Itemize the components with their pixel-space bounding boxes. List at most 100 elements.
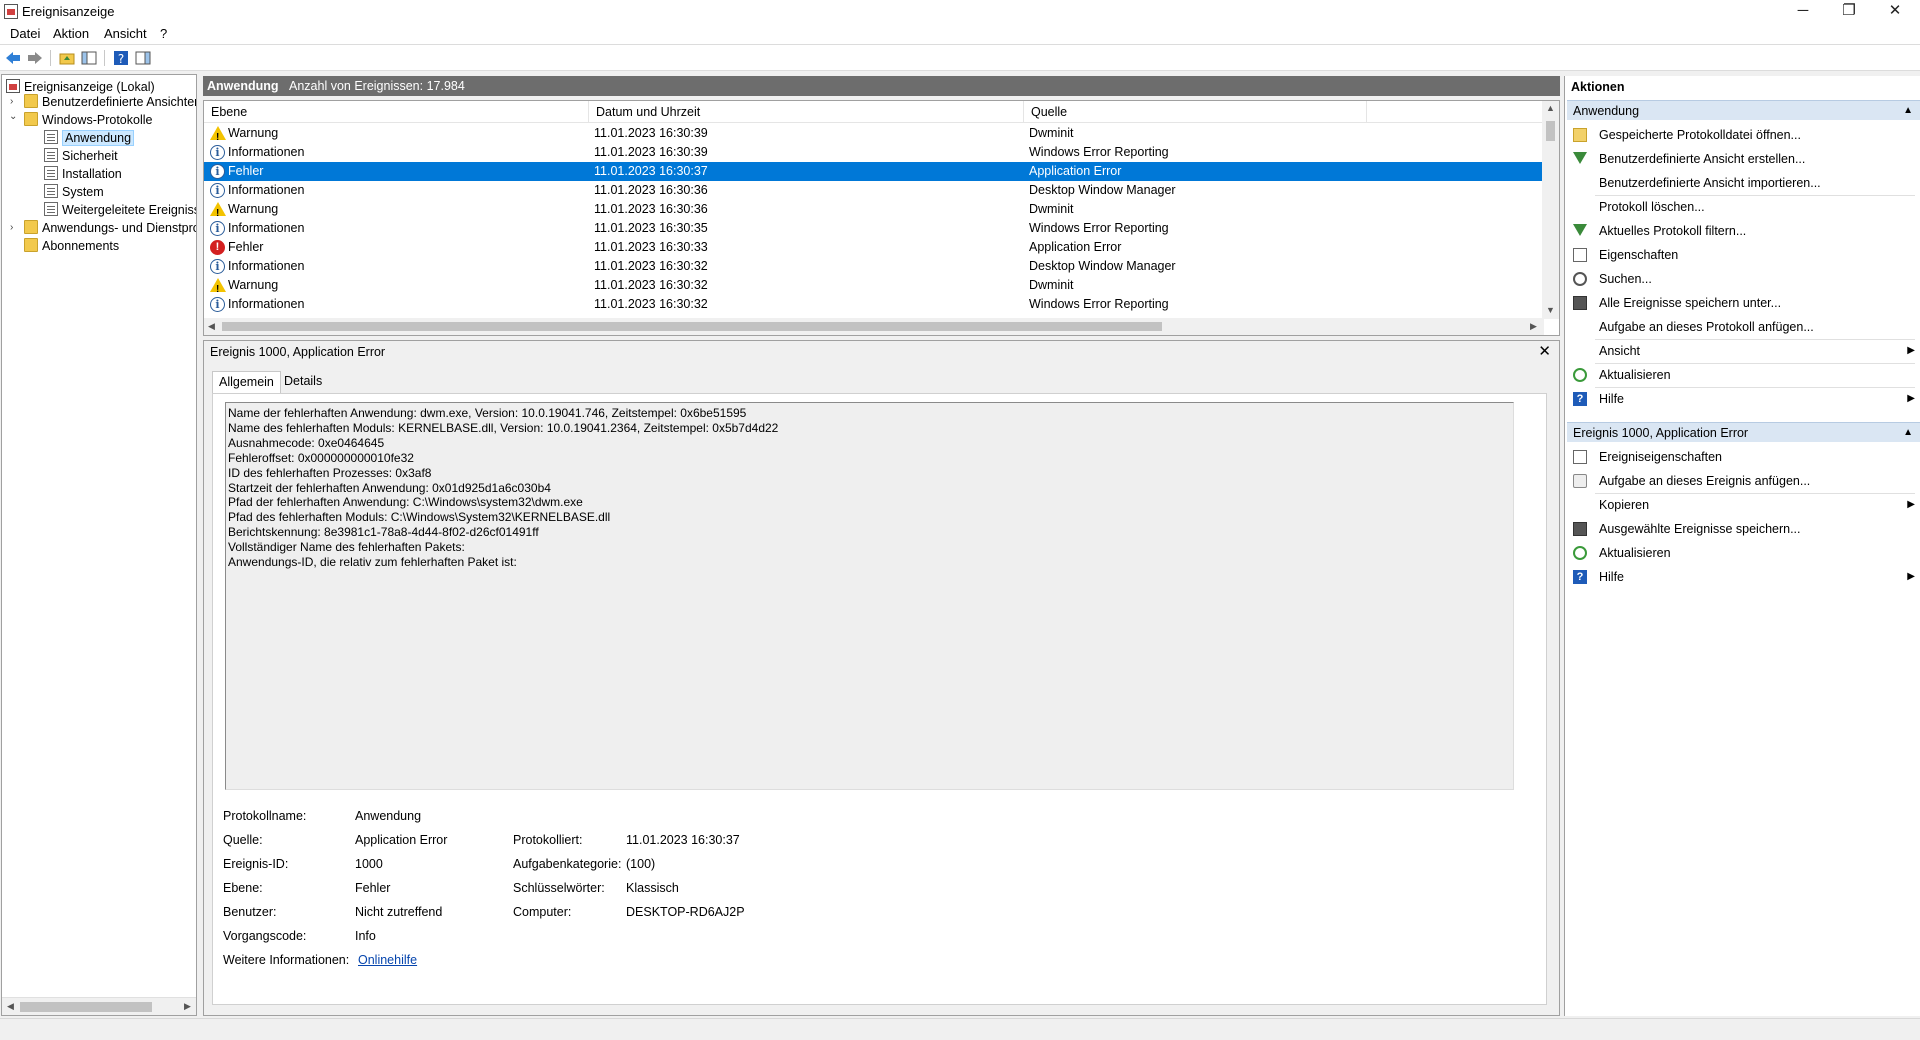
tree-windows-logs[interactable]: Windows-Protokolle xyxy=(24,111,152,129)
tree-log-sicherheit[interactable]: Sicherheit xyxy=(44,147,118,165)
action-item[interactable]: ? Hilfe ▶ xyxy=(1571,566,1920,588)
scroll-left-icon[interactable]: ◀ xyxy=(208,321,215,332)
collapse-chevron-icon[interactable]: ⌄ xyxy=(9,111,17,122)
action-item[interactable]: Aufgabe an dieses Ereignis anfügen... xyxy=(1571,470,1920,492)
scrollbar-thumb[interactable] xyxy=(222,322,1162,331)
close-details-icon[interactable]: ✕ xyxy=(1538,342,1551,360)
action-label: Ausgewählte Ereignisse speichern... xyxy=(1599,522,1801,536)
action-item[interactable]: Gespeicherte Protokolldatei öffnen... xyxy=(1571,124,1920,146)
actions-section-event[interactable]: Ereignis 1000, Application Error ▲ xyxy=(1567,422,1920,442)
action-item[interactable]: Eigenschaften xyxy=(1571,244,1920,266)
expand-chevron-icon[interactable]: › xyxy=(10,222,13,233)
scrollbar-thumb[interactable] xyxy=(1546,121,1555,141)
table-row[interactable]: i Informationen 11.01.2023 16:30:35 Windows… xyxy=(204,219,1544,238)
table-row[interactable]: i Informationen 11.01.2023 16:30:32 Desktop… xyxy=(204,257,1544,276)
tree-custom-views[interactable]: Benutzerdefinierte Ansichten xyxy=(24,93,196,111)
action-item[interactable]: Alle Ereignisse speichern unter... xyxy=(1571,292,1920,314)
minimize-button[interactable]: ─ xyxy=(1780,0,1826,24)
cell-source: Application Error xyxy=(1029,240,1122,254)
prop-label-logged: Protokolliert: xyxy=(513,833,583,847)
help-icon[interactable]: ? xyxy=(112,49,130,67)
scroll-right-icon[interactable]: ▶ xyxy=(1530,321,1537,332)
collapse-caret-icon[interactable]: ▲ xyxy=(1903,423,1913,443)
column-header-level[interactable]: Ebene xyxy=(204,101,589,123)
action-item[interactable]: Ereigniseigenschaften xyxy=(1571,446,1920,468)
tree-horizontal-scrollbar[interactable]: ◀ ▶ xyxy=(2,997,196,1015)
tree-log-forwarded[interactable]: Weitergeleitete Ereignisse xyxy=(44,201,196,219)
column-header-date[interactable]: Datum und Uhrzeit xyxy=(589,101,1024,123)
close-button[interactable]: ✕ xyxy=(1872,0,1918,24)
action-label: Aktuelles Protokoll filtern... xyxy=(1599,224,1747,238)
show-hide-actions-icon[interactable] xyxy=(134,49,152,67)
scroll-up-icon[interactable]: ▲ xyxy=(1546,103,1555,113)
tree-log-anwendung[interactable]: Anwendung xyxy=(44,129,135,147)
actions-section-log[interactable]: Anwendung ▲ xyxy=(1567,100,1920,120)
action-item[interactable]: Ansicht ▶ xyxy=(1571,340,1920,362)
folder-up-icon[interactable] xyxy=(58,49,76,67)
action-item[interactable]: Suchen... xyxy=(1571,268,1920,290)
section-title: Anwendung xyxy=(1573,104,1640,118)
tab-allgemein[interactable]: Allgemein xyxy=(212,371,281,394)
cell-source: Dwminit xyxy=(1029,202,1074,216)
filter-icon xyxy=(1573,224,1587,238)
forward-arrow-icon[interactable] xyxy=(26,49,44,67)
action-item[interactable]: Aktualisieren xyxy=(1571,542,1920,564)
scroll-left-icon[interactable]: ◀ xyxy=(7,1001,14,1012)
scroll-down-icon[interactable]: ▼ xyxy=(1546,305,1555,315)
filter-icon xyxy=(1573,152,1587,166)
table-row[interactable]: ! Fehler 11.01.2023 16:30:33 Application Er… xyxy=(204,238,1544,257)
tab-details[interactable]: Details xyxy=(278,371,328,393)
submenu-arrow-icon: ▶ xyxy=(1907,345,1915,356)
action-label: Suchen... xyxy=(1599,272,1652,286)
event-message[interactable]: Name der fehlerhaften Anwendung: dwm.exe… xyxy=(225,402,1514,790)
table-row[interactable]: i Informationen 11.01.2023 16:30:36 Desktop… xyxy=(204,181,1544,200)
action-item[interactable]: Aufgabe an dieses Protokoll anfügen... xyxy=(1571,316,1920,338)
message-line: Pfad der fehlerhaften Anwendung: C:\Wind… xyxy=(228,495,583,510)
scroll-right-icon[interactable]: ▶ xyxy=(184,1001,191,1012)
list-horizontal-scrollbar[interactable]: ◀ ▶ xyxy=(204,318,1544,335)
menu-datei[interactable]: Datei xyxy=(10,26,40,41)
expand-chevron-icon[interactable]: › xyxy=(10,96,13,107)
tree-subscriptions[interactable]: Abonnements xyxy=(24,237,119,255)
table-row[interactable]: ! Warnung 11.01.2023 16:30:39 Dwminit xyxy=(204,124,1544,143)
action-item[interactable]: ? Hilfe ▶ xyxy=(1571,388,1920,410)
action-item[interactable]: Aktualisieren xyxy=(1571,364,1920,386)
show-hide-tree-icon[interactable] xyxy=(80,49,98,67)
tree-log-system[interactable]: System xyxy=(44,183,104,201)
scrollbar-thumb[interactable] xyxy=(20,1002,152,1012)
menu-ansicht[interactable]: Ansicht xyxy=(104,26,147,41)
list-vertical-scrollbar[interactable]: ▲ ▼ xyxy=(1542,101,1559,319)
help-icon: ? xyxy=(1573,392,1587,406)
column-header-source[interactable]: Quelle xyxy=(1024,101,1367,123)
table-row[interactable]: i Informationen 11.01.2023 16:30:39 Windows… xyxy=(204,143,1544,162)
collapse-caret-icon[interactable]: ▲ xyxy=(1903,101,1913,121)
action-item[interactable]: Benutzerdefinierte Ansicht importieren..… xyxy=(1571,172,1920,194)
table-row[interactable]: ! Warnung 11.01.2023 16:30:36 Dwminit xyxy=(204,200,1544,219)
window-title: Ereignisanzeige xyxy=(22,4,115,19)
back-arrow-icon[interactable] xyxy=(4,49,22,67)
tree-log-installation[interactable]: Installation xyxy=(44,165,122,183)
action-item[interactable]: Benutzerdefinierte Ansicht erstellen... xyxy=(1571,148,1920,170)
action-item[interactable]: Ausgewählte Ereignisse speichern... xyxy=(1571,518,1920,540)
warning-icon: ! xyxy=(210,278,226,295)
prop-label-log: Protokollname: xyxy=(223,809,307,823)
cell-level: Informationen xyxy=(228,145,305,159)
action-item[interactable]: Protokoll löschen... xyxy=(1571,196,1920,218)
table-row[interactable]: i Informationen 11.01.2023 16:30:32 Windows… xyxy=(204,295,1544,314)
toolbar-separator xyxy=(50,50,51,66)
tree-app-services[interactable]: Anwendungs- und Dienstprotokolle xyxy=(24,219,196,237)
action-label: Aktualisieren xyxy=(1599,368,1671,382)
prop-value-task: (100) xyxy=(626,857,656,871)
message-line: Berichtskennung: 8e3981c1-78a8-4d44-8f02… xyxy=(228,525,539,540)
action-item[interactable]: Kopieren ▶ xyxy=(1571,494,1920,516)
log-icon xyxy=(44,184,58,198)
action-item[interactable]: Aktuelles Protokoll filtern... xyxy=(1571,220,1920,242)
online-help-link[interactable]: Onlinehilfe xyxy=(358,953,417,967)
menu-aktion[interactable]: Aktion xyxy=(53,26,89,41)
find-icon xyxy=(1573,272,1587,286)
menu-help[interactable]: ? xyxy=(160,26,167,41)
table-row[interactable]: i Fehler 11.01.2023 16:30:37 Application Er… xyxy=(204,162,1544,181)
cell-level: Informationen xyxy=(228,221,305,235)
maximize-button[interactable]: ❐ xyxy=(1826,0,1872,24)
table-row[interactable]: ! Warnung 11.01.2023 16:30:32 Dwminit xyxy=(204,276,1544,295)
